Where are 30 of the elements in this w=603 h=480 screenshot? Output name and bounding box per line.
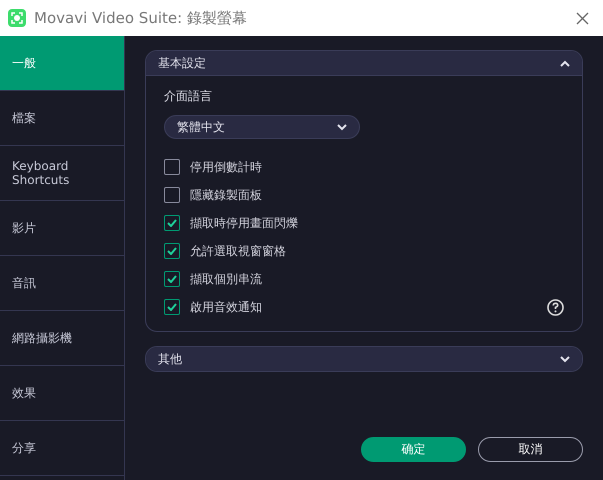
chevron-down-icon[interactable] [560,356,570,362]
confirm-button[interactable]: 确定 [361,437,466,462]
checkbox[interactable] [164,243,180,259]
checkbox[interactable] [164,299,180,315]
app-logo-icon [8,9,26,27]
checkbox[interactable] [164,215,180,231]
section-header[interactable]: 其他 [146,347,582,371]
section-header[interactable]: 基本設定 [146,51,582,75]
close-icon[interactable] [576,12,589,24]
option-label: 停用倒數計時 [190,158,263,176]
window-title: Movavi Video Suite: 錄製螢幕 [34,8,248,28]
option-label: 擷取個別串流 [190,270,263,288]
option-label: 允許選取視窗窗格 [190,242,287,260]
check-icon [167,275,177,283]
check-icon [167,219,177,227]
check-icon [167,247,177,255]
cancel-button[interactable]: 取消 [478,437,583,462]
chevron-up-icon[interactable] [560,60,570,66]
language-dropdown[interactable]: 繁體中文 [164,115,360,139]
sidebar-item[interactable]: 一般 [0,36,124,91]
option-label: 擷取時停用畫面閃爍 [190,214,299,232]
checkbox[interactable] [164,159,180,175]
option-label: 啟用音效通知 [190,298,263,316]
chevron-down-icon[interactable] [337,124,347,130]
help-icon[interactable] [547,298,564,316]
check-icon [167,303,177,311]
checkbox[interactable] [164,187,180,203]
language-label: 介面語言 [164,88,213,105]
option-label: 隱藏錄製面板 [190,186,263,204]
checkbox[interactable] [164,271,180,287]
